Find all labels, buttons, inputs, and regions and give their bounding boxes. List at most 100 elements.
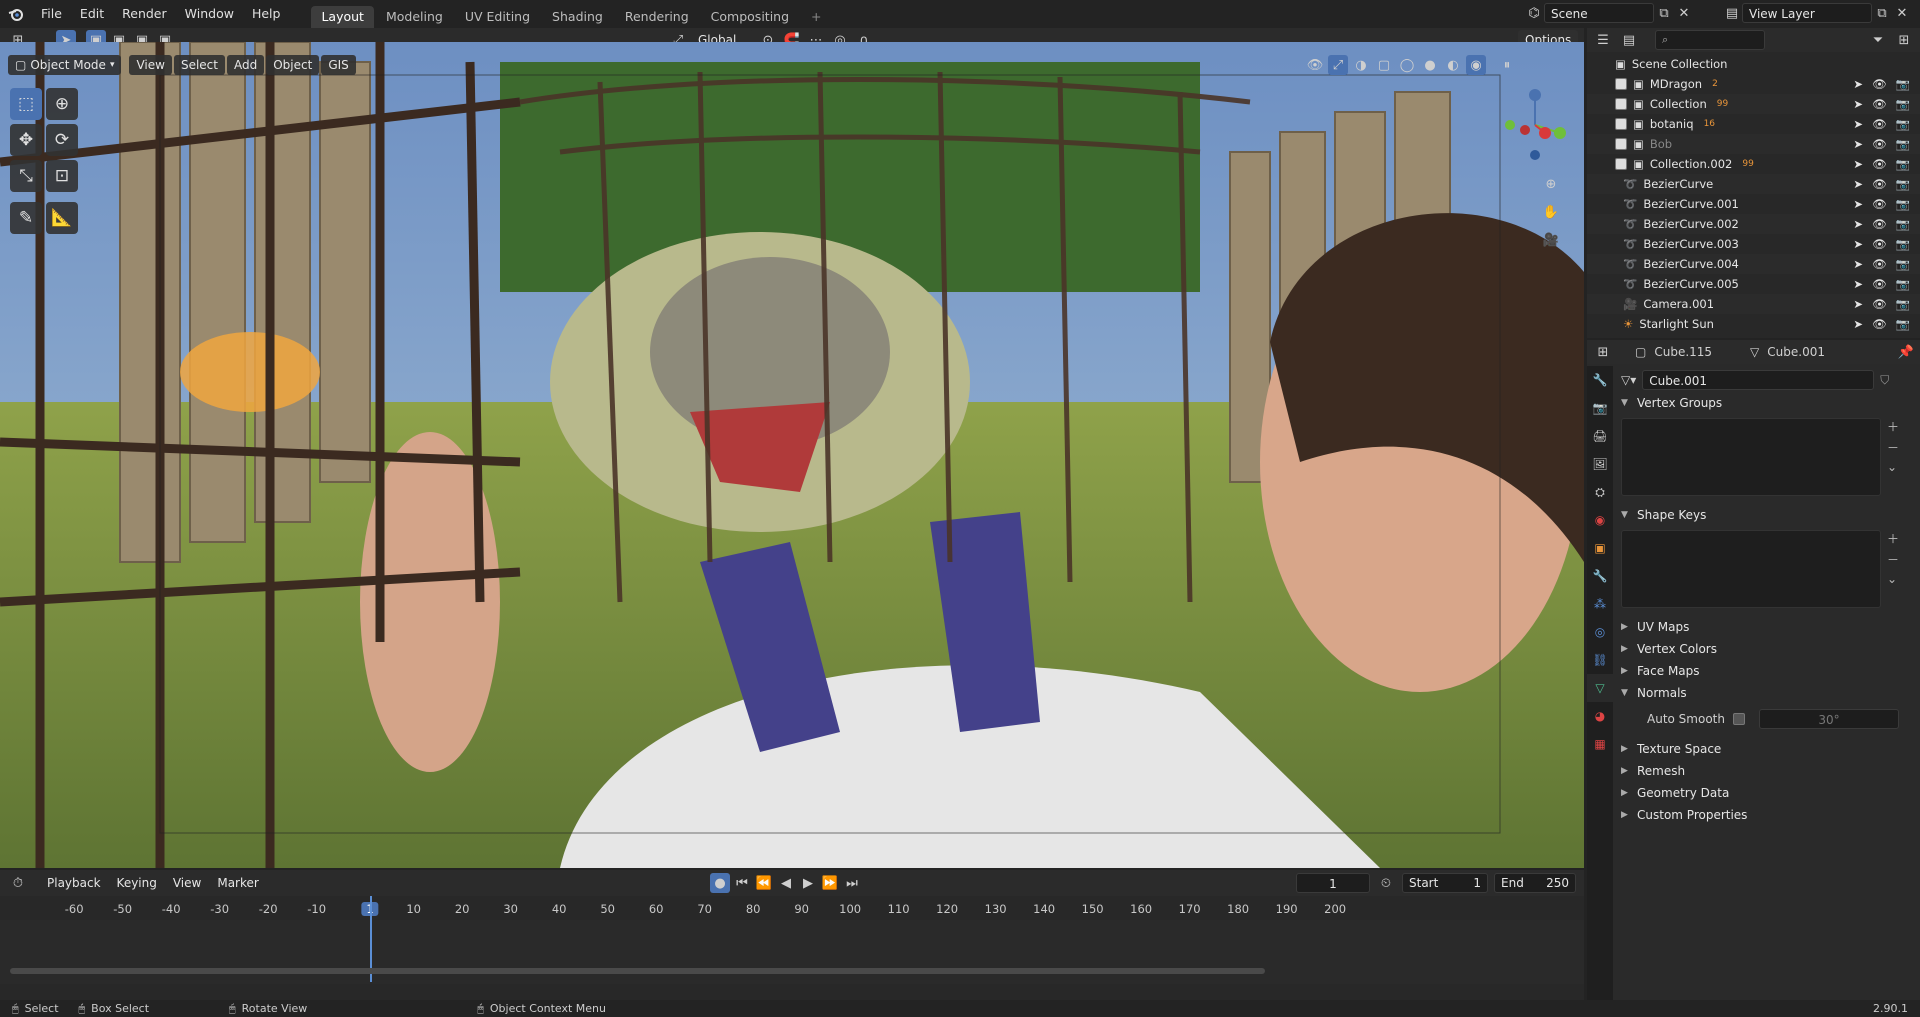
outliner-search-input[interactable]: ⌕ [1655, 30, 1765, 50]
outliner-row[interactable]: ▣ Bob ➤ 👁 📷 [1587, 134, 1920, 154]
gizmo-icon[interactable]: ⤢ [1328, 55, 1348, 75]
render-camera-icon[interactable]: 📷 [1896, 117, 1910, 131]
menu-edit[interactable]: Edit [71, 0, 113, 28]
outliner-row[interactable]: ➰ BezierCurve.003 ➤ 👁 📷 [1587, 234, 1920, 254]
record-icon[interactable]: ● [710, 873, 730, 893]
current-frame-field[interactable]: 1 [1296, 873, 1370, 893]
render-camera-icon[interactable]: 📷 [1896, 157, 1910, 171]
eye-icon[interactable]: 👁 [1872, 157, 1887, 171]
material-tab-icon[interactable]: ◕ [1587, 702, 1613, 730]
outliner-editor-icon[interactable]: ☰ [1593, 30, 1613, 50]
outliner-row[interactable]: ▣ botaniq 16 ➤ 👁 📷 [1587, 114, 1920, 134]
render-camera-icon[interactable]: 📷 [1896, 77, 1910, 91]
outliner-row[interactable]: ☀ Starlight Sun ➤ 👁 📷 [1587, 314, 1920, 334]
pin-icon[interactable]: 📌 [1896, 342, 1916, 362]
outliner-row[interactable]: ➰ BezierCurve.004 ➤ 👁 📷 [1587, 254, 1920, 274]
outliner-row[interactable]: ➰ BezierCurve.001 ➤ 👁 📷 [1587, 194, 1920, 214]
select-arrow-icon[interactable]: ➤ [1853, 277, 1863, 291]
camera-view-icon[interactable]: 🎥 [1541, 230, 1561, 250]
menu-playback[interactable]: Playback [40, 873, 108, 893]
delete-view-layer-icon[interactable]: ✕ [1892, 3, 1912, 23]
data-tab-icon[interactable]: ▽ [1587, 674, 1613, 702]
menu-gis[interactable]: GIS [321, 55, 356, 75]
eye-icon[interactable]: 👁 [1872, 97, 1887, 111]
select-arrow-icon[interactable]: ➤ [1853, 237, 1863, 251]
scene-collection-row[interactable]: ▣ Scene Collection [1587, 54, 1920, 74]
chevron-down-icon[interactable]: ⌄ [1887, 460, 1899, 474]
menu-marker[interactable]: Marker [210, 873, 265, 893]
start-frame-field[interactable]: Start 1 [1402, 873, 1488, 893]
rotate-tool-icon[interactable]: ⟳ [46, 124, 78, 156]
filter-icon[interactable]: ⏷ [1868, 30, 1888, 50]
constraints-tab-icon[interactable]: ⛓ [1587, 646, 1613, 674]
render-camera-icon[interactable]: 📷 [1896, 97, 1910, 111]
panel-shape-keys[interactable]: ▼ Shape Keys [1613, 504, 1920, 526]
menu-select[interactable]: Select [173, 55, 225, 75]
panel-geometry-data[interactable]: ▶ Geometry Data [1613, 782, 1920, 804]
delete-scene-icon[interactable]: ✕ [1674, 3, 1694, 23]
data-name-label[interactable]: Cube.001 [1767, 345, 1825, 359]
end-frame-field[interactable]: End 250 [1494, 873, 1576, 893]
panel-face-maps[interactable]: ▶ Face Maps [1613, 660, 1920, 682]
render-camera-icon[interactable]: 📷 [1896, 297, 1910, 311]
select-arrow-icon[interactable]: ➤ [1853, 177, 1863, 191]
tab-modeling[interactable]: Modeling [376, 6, 453, 28]
fake-user-icon[interactable]: ⛉ [1880, 373, 1889, 388]
physics-tab-icon[interactable]: ◎ [1587, 618, 1613, 646]
eye-icon[interactable]: 👁 [1872, 257, 1887, 271]
panel-uv-maps[interactable]: ▶ UV Maps [1613, 616, 1920, 638]
3d-viewport[interactable] [0, 42, 1584, 868]
scene-icon[interactable]: ⌬ [1524, 3, 1544, 23]
select-arrow-icon[interactable]: ➤ [1853, 257, 1863, 271]
select-arrow-icon[interactable]: ➤ [1853, 217, 1863, 231]
exclude-checkbox[interactable] [1615, 138, 1627, 150]
tab-rendering[interactable]: Rendering [615, 6, 699, 28]
add-workspace-button[interactable]: + [801, 6, 831, 28]
modifier-tab-icon[interactable]: 🔧 [1587, 562, 1613, 590]
eye-icon[interactable]: 👁 [1872, 317, 1887, 331]
render-camera-icon[interactable]: 📷 [1896, 257, 1910, 271]
copy-scene-icon[interactable]: ⧉ [1654, 3, 1674, 23]
eye-icon[interactable]: 👁 [1872, 237, 1887, 251]
exclude-checkbox[interactable] [1615, 158, 1627, 170]
preview-range-icon[interactable]: ⏲ [1376, 873, 1396, 893]
select-box-tool-icon[interactable]: ⬚ [10, 88, 42, 120]
chevron-down-icon[interactable]: ⌄ [1887, 572, 1899, 586]
panel-vertex-groups[interactable]: ▼ Vertex Groups [1613, 392, 1920, 414]
eye-icon[interactable]: 👁 [1872, 197, 1887, 211]
pause-render-icon[interactable]: ⏸ [1497, 55, 1517, 75]
scene-field[interactable]: Scene [1544, 3, 1654, 23]
mesh-datablock-icon[interactable]: ▽▾ [1621, 373, 1636, 387]
wireframe-shading-icon[interactable]: ◯ [1397, 55, 1417, 75]
exclude-checkbox[interactable] [1615, 78, 1627, 90]
menu-file[interactable]: File [32, 0, 71, 28]
scene-tab-icon[interactable]: ⛭ [1587, 478, 1613, 506]
select-arrow-icon[interactable]: ➤ [1853, 297, 1863, 311]
pan-hand-icon[interactable]: ✋ [1541, 202, 1561, 222]
eye-icon[interactable]: 👁 [1872, 217, 1887, 231]
new-collection-icon[interactable]: ⊞ [1894, 30, 1914, 50]
view-layer-field[interactable]: View Layer [1742, 3, 1872, 23]
menu-view[interactable]: View [129, 55, 172, 75]
select-arrow-icon[interactable]: ➤ [1853, 77, 1863, 91]
copy-view-layer-icon[interactable]: ⧉ [1872, 3, 1892, 23]
tab-layout[interactable]: Layout [311, 6, 374, 28]
render-camera-icon[interactable]: 📷 [1896, 177, 1910, 191]
scale-tool-icon[interactable]: ⤡ [10, 160, 42, 192]
exclude-checkbox[interactable] [1615, 98, 1627, 110]
menu-add[interactable]: Add [226, 55, 265, 75]
annotate-tool-icon[interactable]: ✎ [10, 202, 42, 234]
texture-tab-icon[interactable]: ▦ [1587, 730, 1613, 758]
menu-render[interactable]: Render [113, 0, 176, 28]
material-shading-icon[interactable]: ◐ [1443, 55, 1463, 75]
render-tab-icon[interactable]: 📷 [1587, 394, 1613, 422]
panel-normals[interactable]: ▼ Normals [1613, 682, 1920, 704]
tab-compositing[interactable]: Compositing [701, 6, 799, 28]
render-camera-icon[interactable]: 📷 [1896, 237, 1910, 251]
menu-timeline-view[interactable]: View [166, 873, 208, 893]
jump-keyframe-forward-icon[interactable]: ⏩ [820, 873, 840, 893]
panel-custom-properties[interactable]: ▶ Custom Properties [1613, 804, 1920, 826]
select-arrow-icon[interactable]: ➤ [1853, 117, 1863, 131]
menu-help[interactable]: Help [243, 0, 290, 28]
select-arrow-icon[interactable]: ➤ [1853, 157, 1863, 171]
